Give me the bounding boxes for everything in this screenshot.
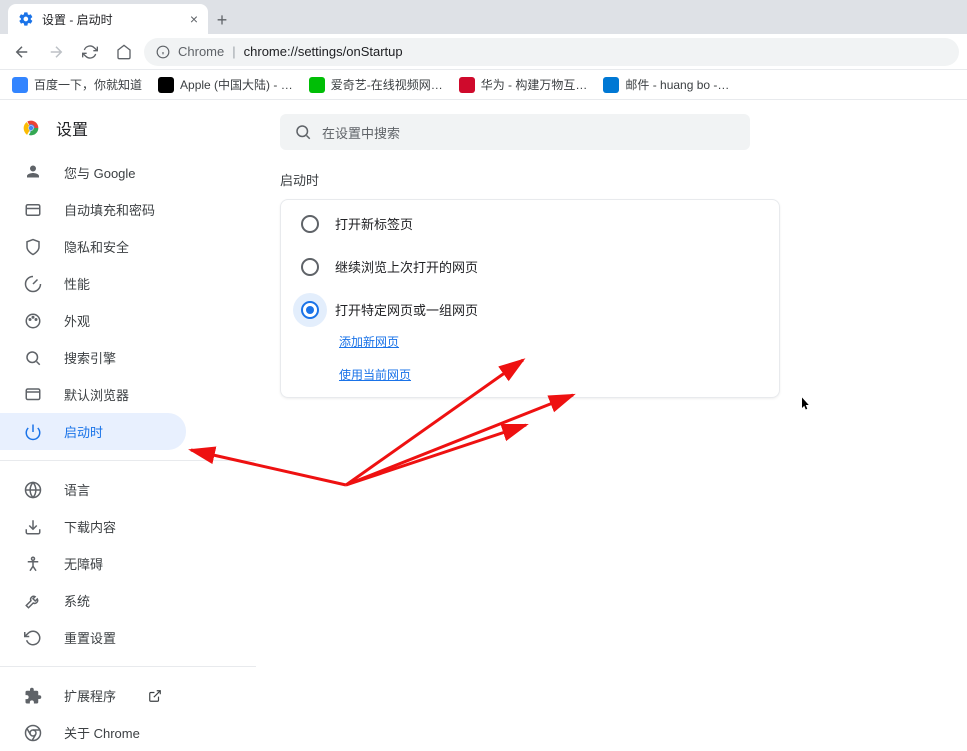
sidebar-item-speed[interactable]: 性能 — [0, 265, 186, 302]
bookmark-label: 华为 - 构建万物互… — [481, 76, 588, 93]
bookmark-label: 爱奇艺-在线视频网… — [331, 76, 443, 93]
startup-card: 打开新标签页继续浏览上次打开的网页打开特定网页或一组网页添加新网页使用当前网页 — [280, 199, 780, 398]
gear-icon — [18, 11, 34, 27]
person-icon — [24, 164, 42, 182]
chrome-icon — [24, 724, 42, 742]
sidebar-item-person[interactable]: 您与 Google — [0, 154, 186, 191]
browser-icon — [24, 386, 42, 404]
sidebar-item-accessibility[interactable]: 无障碍 — [0, 545, 186, 582]
sidebar-item-browser[interactable]: 默认浏览器 — [0, 376, 186, 413]
wrench-icon — [24, 592, 42, 610]
sidebar-header: 设置 — [0, 110, 256, 154]
sidebar-item-search[interactable]: 搜索引擎 — [0, 339, 186, 376]
sidebar-item-label: 系统 — [64, 591, 90, 610]
sidebar-item-label: 下载内容 — [64, 517, 116, 536]
address-bar[interactable]: Chrome | chrome://settings/onStartup — [144, 38, 959, 66]
chrome-logo-icon — [20, 117, 42, 139]
accessibility-icon — [24, 555, 42, 573]
reset-icon — [24, 629, 42, 647]
palette-icon — [24, 312, 42, 330]
startup-option[interactable]: 继续浏览上次打开的网页 — [281, 245, 779, 288]
sidebar-item-download[interactable]: 下载内容 — [0, 508, 186, 545]
bookmark-item[interactable]: Apple (中国大陆) - … — [158, 76, 293, 93]
speed-icon — [24, 275, 42, 293]
shield-icon — [24, 238, 42, 256]
bookmark-favicon — [603, 77, 619, 93]
sidebar-item-ext[interactable]: 扩展程序 — [0, 677, 186, 714]
radio-icon[interactable] — [301, 301, 319, 319]
settings-content: 在设置中搜索 启动时 打开新标签页继续浏览上次打开的网页打开特定网页或一组网页添… — [256, 100, 967, 596]
sidebar-item-label: 外观 — [64, 311, 90, 330]
ext-icon — [24, 687, 42, 705]
sidebar-item-label: 性能 — [64, 274, 90, 293]
bookmark-favicon — [12, 77, 28, 93]
bookmark-favicon — [309, 77, 325, 93]
sidebar-item-label: 自动填充和密码 — [64, 200, 155, 219]
option-label: 打开新标签页 — [335, 214, 413, 233]
tab-strip: 设置 - 启动时 × + — [0, 0, 967, 34]
info-icon — [156, 45, 170, 59]
cursor-pointer-icon — [796, 396, 814, 414]
sidebar-title: 设置 — [56, 116, 88, 140]
radio-icon[interactable] — [301, 258, 319, 276]
search-placeholder: 在设置中搜索 — [322, 123, 400, 142]
sidebar-item-label: 启动时 — [64, 422, 103, 441]
bookmark-item[interactable]: 爱奇艺-在线视频网… — [309, 76, 443, 93]
home-button[interactable] — [110, 38, 138, 66]
sidebar-item-label: 扩展程序 — [64, 686, 116, 705]
bookmark-label: 百度一下，你就知道 — [34, 76, 142, 93]
option-label: 继续浏览上次打开的网页 — [335, 257, 478, 276]
download-icon — [24, 518, 42, 536]
sidebar-item-power[interactable]: 启动时 — [0, 413, 186, 450]
omnibox-proto: Chrome — [178, 44, 224, 59]
close-tab-icon[interactable]: × — [190, 11, 198, 27]
sidebar-item-label: 搜索引擎 — [64, 348, 116, 367]
browser-toolbar: Chrome | chrome://settings/onStartup — [0, 34, 967, 70]
bookmark-item[interactable]: 华为 - 构建万物互… — [459, 76, 588, 93]
sidebar-item-chrome[interactable]: 关于 Chrome — [0, 714, 186, 751]
new-tab-button[interactable]: + — [208, 6, 236, 34]
sidebar-item-label: 语言 — [64, 480, 90, 499]
sidebar-item-reset[interactable]: 重置设置 — [0, 619, 186, 656]
settings-sidebar: 设置 您与 Google 自动填充和密码隐私和安全性能外观搜索引擎默认浏览器启动时… — [0, 100, 256, 596]
sidebar-item-label: 关于 Chrome — [64, 723, 140, 742]
search-icon — [24, 349, 42, 367]
sidebar-item-palette[interactable]: 外观 — [0, 302, 186, 339]
section-title: 启动时 — [280, 170, 943, 189]
bookmark-favicon — [459, 77, 475, 93]
settings-search[interactable]: 在设置中搜索 — [280, 114, 750, 150]
bookmarks-bar: 百度一下，你就知道 Apple (中国大陆) - … 爱奇艺-在线视频网… 华为 - … — [0, 70, 967, 100]
sidebar-item-autofill[interactable]: 自动填充和密码 — [0, 191, 186, 228]
sidebar-item-label: 隐私和安全 — [64, 237, 129, 256]
forward-button[interactable] — [42, 38, 70, 66]
omnibox-url: chrome://settings/onStartup — [244, 44, 403, 59]
bookmark-item[interactable]: 邮件 - huang bo -… — [603, 76, 729, 93]
sidebar-item-wrench[interactable]: 系统 — [0, 582, 186, 619]
sidebar-item-label: 您与 Google — [64, 163, 136, 182]
tab-title: 设置 - 启动时 — [42, 11, 113, 28]
add-page-link[interactable]: 添加新网页 — [339, 333, 759, 350]
search-icon — [294, 123, 312, 141]
globe-icon — [24, 481, 42, 499]
bookmark-label: Apple (中国大陆) - … — [180, 76, 293, 93]
sidebar-item-shield[interactable]: 隐私和安全 — [0, 228, 186, 265]
sidebar-item-label: 无障碍 — [64, 554, 103, 573]
bookmark-favicon — [158, 77, 174, 93]
external-link-icon — [148, 689, 162, 703]
back-button[interactable] — [8, 38, 36, 66]
radio-icon[interactable] — [301, 215, 319, 233]
autofill-icon — [24, 201, 42, 219]
bookmark-item[interactable]: 百度一下，你就知道 — [12, 76, 142, 93]
sidebar-item-globe[interactable]: 语言 — [0, 471, 186, 508]
bookmark-label: 邮件 - huang bo -… — [625, 76, 729, 93]
browser-tab[interactable]: 设置 - 启动时 × — [8, 4, 208, 34]
startup-option[interactable]: 打开特定网页或一组网页 — [281, 288, 779, 331]
power-icon — [24, 423, 42, 441]
startup-option[interactable]: 打开新标签页 — [281, 202, 779, 245]
option-label: 打开特定网页或一组网页 — [335, 300, 478, 319]
sidebar-item-label: 重置设置 — [64, 628, 116, 647]
use-current-link[interactable]: 使用当前网页 — [339, 366, 759, 383]
sidebar-item-label: 默认浏览器 — [64, 385, 129, 404]
reload-button[interactable] — [76, 38, 104, 66]
